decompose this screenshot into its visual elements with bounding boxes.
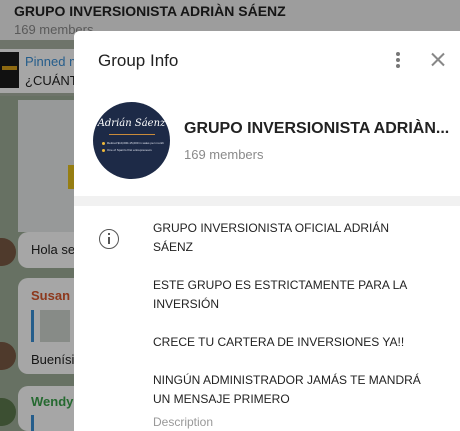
avatar-underline [109, 134, 155, 135]
avatar-line: Retired $10,000-15,000 in sales per mont… [102, 141, 164, 145]
description-line: GRUPO INVERSIONISTA OFICIAL ADRIÁN [153, 221, 390, 235]
panel-header: Group Info [74, 31, 460, 89]
info-icon [99, 229, 119, 249]
group-name: GRUPO INVERSIONISTA ADRIÀN... [184, 120, 450, 137]
description-line: ESTE GRUPO ES ESTRICTAMENTE PARA LA [153, 278, 408, 292]
description-line: CRECE TU CARTERA DE INVERSIONES YA!! [153, 335, 405, 349]
group-profile: Adrián Sáenz Retired $10,000-15,000 in s… [74, 89, 460, 196]
more-vertical-icon[interactable] [388, 48, 408, 72]
panel-title: Group Info [98, 51, 179, 70]
close-icon[interactable] [426, 48, 450, 72]
group-members-count[interactable]: 169 members [184, 147, 263, 162]
group-avatar[interactable]: Adrián Sáenz Retired $10,000-15,000 in s… [93, 102, 170, 179]
description-line: UN MENSAJE PRIMERO [153, 392, 290, 406]
description-line: INVERSIÓN [153, 297, 220, 311]
description-label: Description [153, 415, 214, 429]
avatar-line: One of Spain's first entrepreneurs [102, 148, 152, 152]
group-description-section: GRUPO INVERSIONISTA OFICIAL ADRIÁN SÁENZ… [74, 206, 460, 431]
description-line: SÁENZ [153, 240, 194, 254]
avatar-text: Adrián Sáenz [97, 118, 166, 129]
group-info-panel: Group Info Adrián Sáenz Retired $10,000-… [74, 31, 460, 431]
description-line: NINGÚN ADMINISTRADOR JAMÁS TE MANDRÁ [153, 373, 421, 387]
